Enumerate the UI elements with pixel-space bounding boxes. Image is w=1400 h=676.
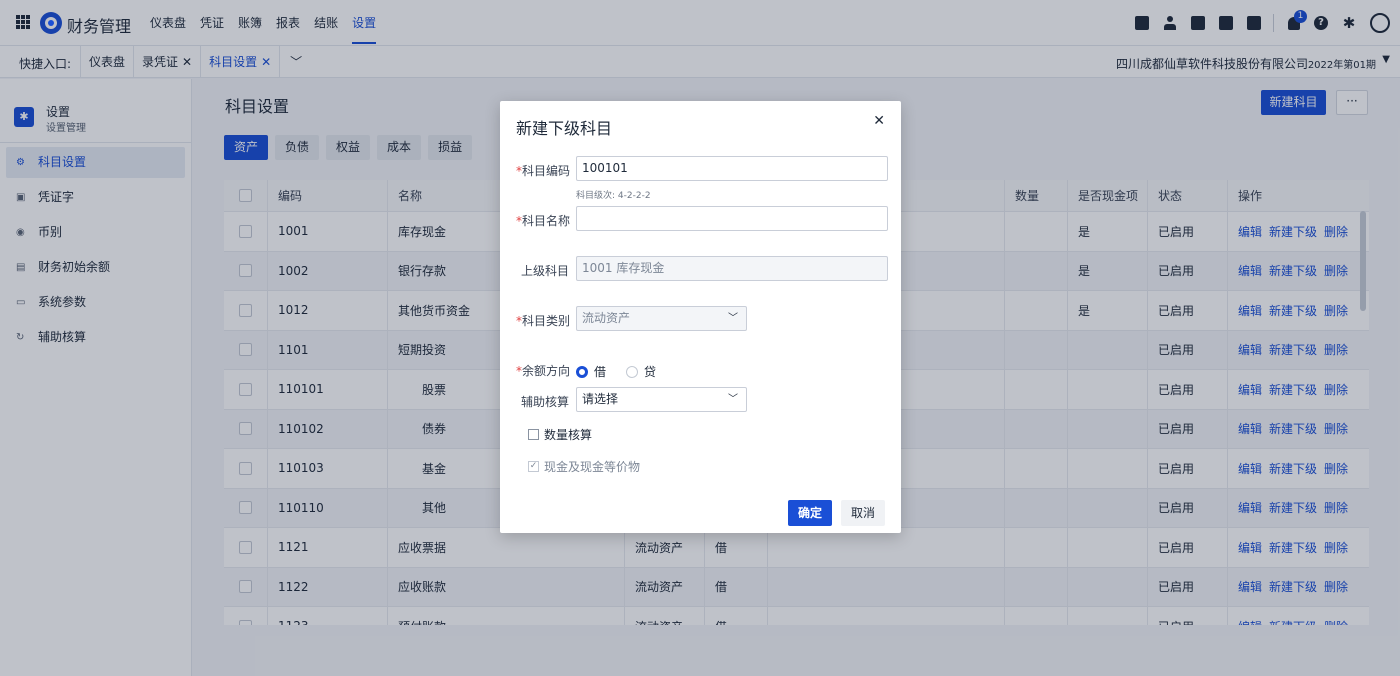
name-label-text: 科目名称 bbox=[522, 214, 571, 228]
checkbox-checked-icon: ✓ bbox=[528, 461, 539, 472]
direction-label: *余额方向 bbox=[516, 362, 570, 379]
checkbox-label: 现金及现金等价物 bbox=[544, 460, 641, 474]
category-label: *科目类别 bbox=[516, 312, 570, 329]
radio-label: 借 bbox=[594, 365, 607, 379]
new-sub-subject-dialog: 新建下级科目 ✕ *科目编码 100101 科目级次: 4-2-2-2 *科目名… bbox=[500, 101, 901, 533]
direction-credit-radio[interactable]: 贷 bbox=[626, 363, 656, 380]
radio-checked-icon bbox=[576, 365, 588, 378]
checkbox-label: 数量核算 bbox=[544, 428, 593, 442]
code-hint: 科目级次: 4-2-2-2 bbox=[576, 191, 651, 201]
parent-label: 上级科目 bbox=[521, 264, 570, 278]
aux-placeholder: 请选择 bbox=[582, 392, 619, 406]
radio-label: 贷 bbox=[644, 365, 657, 379]
chevron-down-icon: ﹀ bbox=[728, 394, 738, 405]
code-label-text: 科目编码 bbox=[522, 164, 571, 178]
direction-debit-radio[interactable]: 借 bbox=[576, 363, 606, 380]
chevron-down-icon: ﹀ bbox=[728, 313, 738, 324]
name-input[interactable] bbox=[576, 206, 888, 231]
cancel-button[interactable]: 取消 bbox=[841, 500, 885, 526]
quantity-checkbox[interactable]: 数量核算 bbox=[528, 426, 592, 443]
code-label: *科目编码 bbox=[516, 162, 570, 179]
name-label: *科目名称 bbox=[516, 212, 570, 229]
close-icon[interactable]: ✕ bbox=[873, 113, 885, 129]
direction-label-text: 余额方向 bbox=[522, 364, 571, 378]
dialog-title: 新建下级科目 bbox=[516, 119, 613, 138]
aux-label: 辅助核算 bbox=[521, 395, 570, 409]
confirm-button[interactable]: 确定 bbox=[788, 500, 832, 526]
radio-unchecked-icon bbox=[626, 365, 638, 378]
parent-input: 1001 库存现金 bbox=[576, 256, 888, 281]
code-input[interactable]: 100101 bbox=[576, 156, 888, 181]
cash-equivalent-checkbox: ✓ 现金及现金等价物 bbox=[528, 458, 640, 475]
category-value: 流动资产 bbox=[582, 311, 631, 325]
aux-select[interactable]: 请选择 ﹀ bbox=[576, 387, 747, 412]
checkbox-icon bbox=[528, 429, 539, 440]
category-select[interactable]: 流动资产 ﹀ bbox=[576, 306, 747, 331]
category-label-text: 科目类别 bbox=[522, 314, 571, 328]
